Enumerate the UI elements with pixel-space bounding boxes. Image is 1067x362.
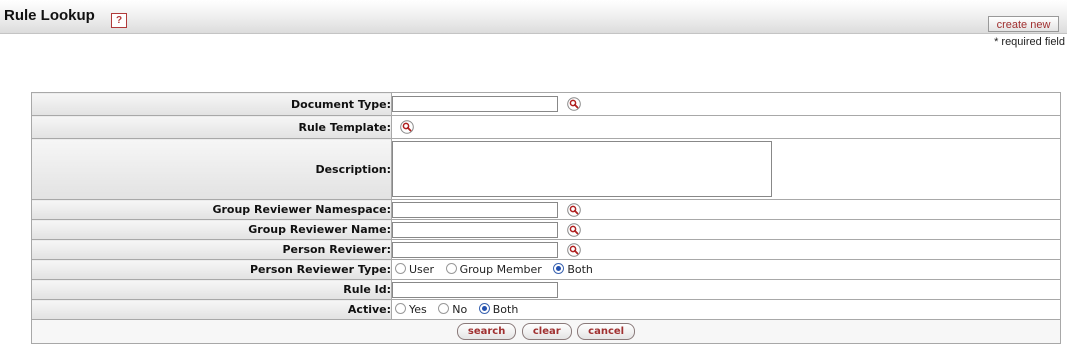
person-reviewer-type-row: Person Reviewer Type: User Group Member …: [31, 259, 1061, 280]
person-reviewer-type-group-member-radio[interactable]: [445, 263, 457, 274]
active-label: Active:: [31, 299, 392, 320]
document-type-label: Document Type:: [31, 92, 392, 116]
active-both-label: Both: [492, 303, 519, 316]
rule-id-input[interactable]: [392, 281, 558, 298]
rule-template-label: Rule Template:: [31, 115, 392, 139]
rule-lookup-form: Document Type: Rule Template: Descriptio…: [31, 92, 1061, 344]
description-textarea[interactable]: [392, 141, 772, 197]
active-row: Active: Yes No Both: [31, 299, 1061, 320]
cancel-button[interactable]: cancel: [577, 323, 636, 340]
active-no-radio[interactable]: [438, 303, 450, 314]
group-reviewer-name-row: Group Reviewer Name:: [31, 219, 1061, 240]
page-title: Rule Lookup: [4, 7, 95, 24]
active-no-label: No: [452, 303, 468, 316]
page-header: Rule Lookup ? create new: [0, 0, 1067, 34]
person-reviewer-type-both-radio[interactable]: [553, 263, 565, 274]
group-reviewer-name-input[interactable]: [392, 221, 558, 238]
person-reviewer-type-user-radio[interactable]: [395, 263, 406, 274]
person-reviewer-lookup-icon[interactable]: [567, 243, 581, 257]
person-reviewer-type-both-label: Both: [567, 263, 593, 276]
required-field-note: * required field: [994, 36, 1065, 48]
person-reviewer-label: Person Reviewer:: [31, 239, 392, 260]
active-both-radio[interactable]: [478, 303, 490, 314]
group-reviewer-namespace-label: Group Reviewer Namespace:: [31, 199, 392, 220]
active-yes-label: Yes: [409, 303, 427, 316]
group-reviewer-namespace-row: Group Reviewer Namespace:: [31, 199, 1061, 220]
group-reviewer-namespace-input[interactable]: [392, 201, 558, 218]
search-button[interactable]: search: [456, 323, 517, 340]
group-reviewer-namespace-lookup-icon[interactable]: [567, 203, 581, 217]
description-label: Description:: [31, 138, 392, 200]
rule-id-label: Rule Id:: [31, 279, 392, 300]
group-reviewer-name-label: Group Reviewer Name:: [31, 219, 392, 240]
group-reviewer-name-lookup-icon[interactable]: [567, 223, 581, 237]
document-type-lookup-icon[interactable]: [567, 97, 581, 111]
document-type-input[interactable]: [392, 96, 558, 112]
description-row: Description:: [31, 138, 1061, 200]
create-new-button[interactable]: create new: [988, 16, 1059, 32]
rule-id-row: Rule Id:: [31, 279, 1061, 300]
help-icon[interactable]: ?: [111, 13, 127, 28]
person-reviewer-type-group-member-label: Group Member: [459, 263, 542, 276]
person-reviewer-type-label: Person Reviewer Type:: [31, 259, 392, 280]
rule-template-row: Rule Template:: [31, 115, 1061, 139]
rule-template-lookup-icon[interactable]: [400, 120, 414, 134]
person-reviewer-input[interactable]: [392, 241, 558, 258]
button-row: search clear cancel: [31, 319, 1061, 344]
person-reviewer-type-user-label: User: [409, 263, 435, 276]
person-reviewer-row: Person Reviewer:: [31, 239, 1061, 260]
active-yes-radio[interactable]: [395, 303, 406, 314]
clear-button[interactable]: clear: [521, 323, 572, 340]
document-type-row: Document Type:: [31, 92, 1061, 116]
